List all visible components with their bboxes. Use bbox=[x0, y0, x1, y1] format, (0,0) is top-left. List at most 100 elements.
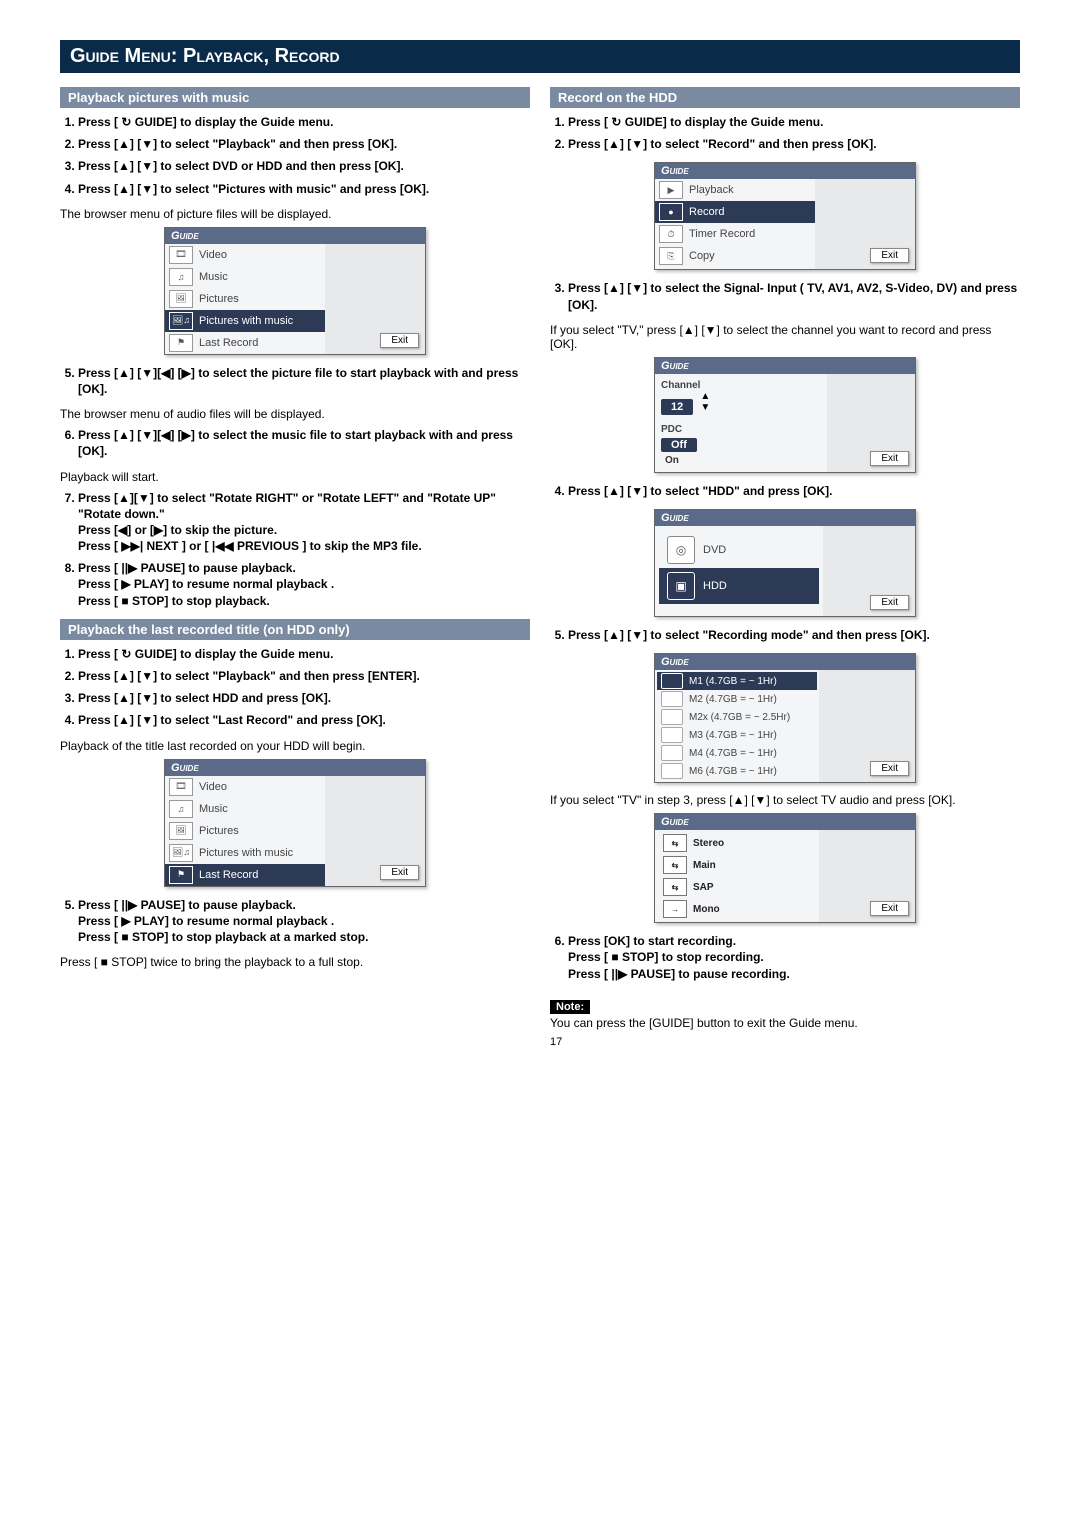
record-icon: ● bbox=[659, 203, 683, 221]
step-7: Press [▲][▼] to select "Rotate RIGHT" or… bbox=[78, 490, 530, 555]
disc-icon: ◎ bbox=[667, 536, 695, 564]
guide-panel-title: Guide bbox=[655, 654, 915, 670]
guide-panel-title: Guide bbox=[165, 760, 425, 776]
target-list: ◎ DVD ▣ HDD bbox=[655, 526, 823, 616]
step-1: Press [ ↻ GUIDE] to display the Guide me… bbox=[78, 114, 530, 130]
pdc-on[interactable]: On bbox=[661, 455, 821, 466]
guide-item-label: Timer Record bbox=[689, 228, 755, 240]
hdd-icon: ▣ bbox=[667, 572, 695, 600]
mode-m3[interactable]: M3 (4.7GB = ~ 1Hr) bbox=[657, 726, 817, 744]
step-6: Press [▲] [▼][◀] [▶] to select the music… bbox=[78, 427, 530, 459]
guide-item-label: Last Record bbox=[199, 337, 258, 349]
page-number: 17 bbox=[550, 1036, 1020, 1048]
audio-stereo[interactable]: ⇆Stereo bbox=[657, 832, 817, 854]
mode-icon bbox=[661, 673, 683, 689]
note-label: Note: bbox=[550, 1000, 590, 1014]
guide-item-timer-record[interactable]: ⏱Timer Record bbox=[655, 223, 815, 245]
mode-label: M1 (4.7GB = ~ 1Hr) bbox=[689, 676, 777, 687]
exit-button[interactable]: Exit bbox=[870, 761, 909, 776]
guide-item-music[interactable]: ♫Music bbox=[165, 266, 325, 288]
step-5: Press [▲] [▼][◀] [▶] to select the pictu… bbox=[78, 365, 530, 397]
section-header-record-hdd: Record on the HDD bbox=[550, 87, 1020, 108]
rstep-4: Press [▲] [▼] to select "HDD" and press … bbox=[568, 483, 1020, 499]
picture-music-icon: 🖼♫ bbox=[169, 312, 193, 330]
audio-label: Stereo bbox=[693, 838, 724, 849]
rstep-3: Press [▲] [▼] to select the Signal- Inpu… bbox=[568, 280, 1020, 312]
exit-button[interactable]: Exit bbox=[380, 865, 419, 880]
guide-item-label: Last Record bbox=[199, 869, 258, 881]
left-column: Playback pictures with music Press [ ↻ G… bbox=[60, 81, 530, 1048]
guide-item-record[interactable]: ● Record bbox=[655, 201, 815, 223]
guide-item-label: Pictures with music bbox=[199, 315, 293, 327]
audio-label: Mono bbox=[693, 904, 720, 915]
guide-item-label: Pictures bbox=[199, 825, 239, 837]
music-icon: ♫ bbox=[169, 800, 193, 818]
mode-icon bbox=[661, 727, 683, 743]
exit-button[interactable]: Exit bbox=[380, 333, 419, 348]
audio-main[interactable]: ⇆Main bbox=[657, 854, 817, 876]
guide-item-last-record[interactable]: ⚑Last Record bbox=[165, 332, 325, 354]
guide-item-pictures-music[interactable]: 🖼♫ Pictures with music bbox=[165, 310, 325, 332]
step2-5-note: Press [ ■ STOP] twice to bring the playb… bbox=[60, 955, 530, 969]
copy-icon: ⎘ bbox=[659, 247, 683, 265]
mode-icon bbox=[661, 709, 683, 725]
target-dvd[interactable]: ◎ DVD bbox=[659, 532, 819, 568]
right-column: Record on the HDD Press [ ↻ GUIDE] to di… bbox=[550, 81, 1020, 1048]
mode-label: M4 (4.7GB = ~ 1Hr) bbox=[689, 748, 777, 759]
guide-panel-playback: Guide 🎞Video ♫Music 🖼Pictures 🖼♫Pictures… bbox=[164, 227, 426, 355]
rstep-3-note: If you select "TV," press [▲] [▼] to sel… bbox=[550, 323, 1020, 351]
exit-button[interactable]: Exit bbox=[870, 595, 909, 610]
guide-panel-title: Guide bbox=[655, 510, 915, 526]
mode-m4[interactable]: M4 (4.7GB = ~ 1Hr) bbox=[657, 744, 817, 762]
audio-list: ⇆Stereo ⇆Main ⇆SAP → Mono bbox=[655, 830, 819, 922]
rstep-5: Press [▲] [▼] to select "Recording mode"… bbox=[568, 627, 1020, 643]
audio-mono[interactable]: → Mono bbox=[657, 898, 817, 920]
guide-panel-audio: Guide ⇆Stereo ⇆Main ⇆SAP → Mono Exit bbox=[654, 813, 916, 923]
mode-label: M2x (4.7GB = ~ 2.5Hr) bbox=[689, 712, 790, 723]
channel-value[interactable]: 12 bbox=[661, 399, 693, 415]
mode-m6[interactable]: M6 (4.7GB = ~ 1Hr) bbox=[657, 762, 817, 780]
guide-item-pictures-music[interactable]: 🖼♫Pictures with music bbox=[165, 842, 325, 864]
mode-label: M2 (4.7GB = ~ 1Hr) bbox=[689, 694, 777, 705]
guide-item-playback[interactable]: ▶Playback bbox=[655, 179, 815, 201]
exit-button[interactable]: Exit bbox=[870, 248, 909, 263]
guide-item-label: Music bbox=[199, 803, 228, 815]
guide-item-pictures[interactable]: 🖼Pictures bbox=[165, 288, 325, 310]
target-label: HDD bbox=[703, 580, 727, 592]
step2-4: Press [▲] [▼] to select "Last Record" an… bbox=[78, 712, 530, 728]
guide-item-last-record[interactable]: ⚑Last Record bbox=[165, 864, 325, 886]
guide-item-label: Record bbox=[689, 206, 724, 218]
guide-item-copy[interactable]: ⎘Copy bbox=[655, 245, 815, 267]
guide-item-pictures[interactable]: 🖼Pictures bbox=[165, 820, 325, 842]
audio-label: Main bbox=[693, 860, 716, 871]
guide-item-video[interactable]: 🎞Video bbox=[165, 776, 325, 798]
music-icon: ♫ bbox=[169, 268, 193, 286]
guide-panel-title: Guide bbox=[655, 358, 915, 374]
guide-item-video[interactable]: 🎞 Video bbox=[165, 244, 325, 266]
guide-panel-title: Guide bbox=[655, 814, 915, 830]
guide-item-music[interactable]: ♫ Music bbox=[165, 798, 325, 820]
mode-m2x[interactable]: M2x (4.7GB = ~ 2.5Hr) bbox=[657, 708, 817, 726]
pdc-off[interactable]: Off bbox=[661, 438, 697, 452]
mode-m2[interactable]: M2 (4.7GB = ~ 1Hr) bbox=[657, 690, 817, 708]
spinner-icon[interactable]: ▲▼ bbox=[700, 391, 710, 413]
channel-block: Channel 12 ▲▼ PDC Off On bbox=[655, 374, 827, 472]
guide-item-label: Video bbox=[199, 249, 227, 261]
guide-panel-mode: Guide M1 (4.7GB = ~ 1Hr) M2 (4.7GB = ~ 1… bbox=[654, 653, 916, 783]
target-hdd[interactable]: ▣ HDD bbox=[659, 568, 819, 604]
film-icon: 🎞 bbox=[169, 246, 193, 264]
mode-label: M6 (4.7GB = ~ 1Hr) bbox=[689, 766, 777, 777]
exit-button[interactable]: Exit bbox=[870, 901, 909, 916]
rstep-2: Press [▲] [▼] to select "Record" and the… bbox=[568, 136, 1020, 152]
step-4: Press [▲] [▼] to select "Pictures with m… bbox=[78, 181, 530, 197]
step-8: Press [ ||▶ PAUSE] to pause playback. Pr… bbox=[78, 560, 530, 609]
step2-5: Press [ ||▶ PAUSE] to pause playback. Pr… bbox=[78, 897, 530, 946]
exit-button[interactable]: Exit bbox=[870, 451, 909, 466]
guide-menu-list: 🎞Video ♫ Music 🖼Pictures 🖼♫Pictures with … bbox=[165, 776, 325, 886]
mono-icon: → bbox=[663, 900, 687, 918]
audio-sap[interactable]: ⇆SAP bbox=[657, 876, 817, 898]
pdc-label: PDC bbox=[661, 424, 821, 435]
guide-item-label: Video bbox=[199, 781, 227, 793]
mode-m1[interactable]: M1 (4.7GB = ~ 1Hr) bbox=[657, 672, 817, 690]
target-label: DVD bbox=[703, 544, 726, 556]
